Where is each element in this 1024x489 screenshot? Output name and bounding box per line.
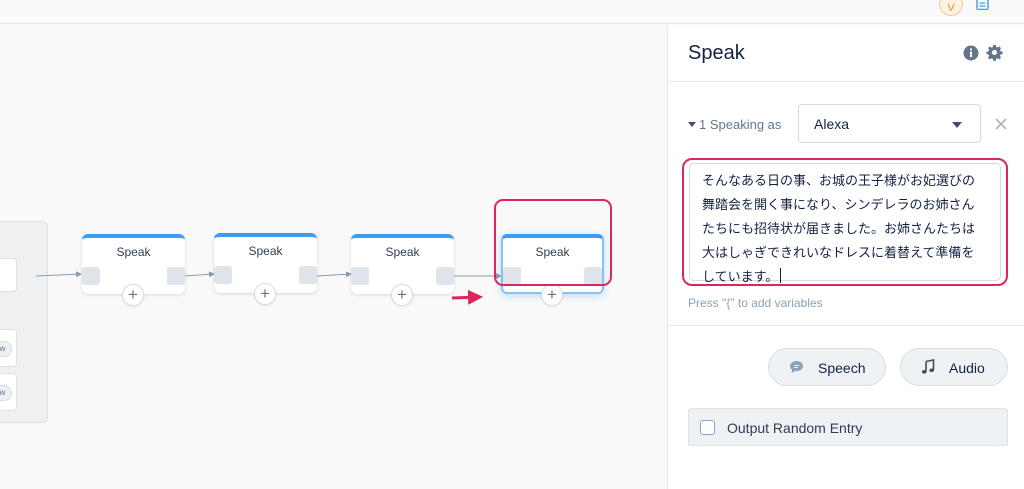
audio-button-label: Audio xyxy=(949,360,985,376)
add-step-button[interactable]: + xyxy=(541,284,563,306)
user-avatar[interactable]: V xyxy=(939,0,963,16)
text-cursor xyxy=(780,268,782,283)
random-entry-checkbox[interactable] xyxy=(700,420,715,435)
variables-hint: Press "{" to add variables xyxy=(688,296,823,310)
speaking-as-label: 1 Speaking as xyxy=(699,117,782,132)
connection-line xyxy=(35,271,82,278)
add-audio-button[interactable]: Audio xyxy=(900,348,1008,386)
output-port[interactable] xyxy=(167,267,185,285)
output-random-entry-option[interactable]: Output Random Entry xyxy=(688,408,1008,446)
info-icon[interactable] xyxy=(963,45,979,61)
selection-highlight xyxy=(494,199,612,286)
random-entry-label: Output Random Entry xyxy=(727,420,863,436)
input-port[interactable] xyxy=(82,267,100,285)
flow-canvas[interactable]: Flow Flow Speak + Speak + Speak xyxy=(0,25,667,489)
output-port[interactable] xyxy=(299,266,317,284)
add-speech-button[interactable]: Speech xyxy=(768,348,886,386)
block-title: Speak xyxy=(385,245,420,259)
connection-line xyxy=(183,271,215,278)
block-title: Speak xyxy=(116,245,151,259)
panel-title: Speak xyxy=(688,42,745,64)
speech-textarea[interactable]: そんなある日の事、お城の王子様がお妃選びの 舞踏会を開く事になり、シンデレラのお… xyxy=(689,163,1001,284)
caret-down-icon xyxy=(688,122,696,127)
speak-block[interactable]: Speak + xyxy=(351,234,454,306)
add-step-button[interactable]: + xyxy=(391,284,413,306)
chevron-down-icon xyxy=(952,122,962,128)
voice-select[interactable]: Alexa xyxy=(798,104,981,143)
speech-text-line: しています。 xyxy=(702,269,779,284)
connection-line xyxy=(315,271,352,278)
speech-text-line: たちにも招待状が届きました。お姉さんたちは xyxy=(702,221,976,236)
gear-icon[interactable] xyxy=(986,44,1003,61)
speak-block[interactable]: Speak + xyxy=(214,233,317,305)
speech-bubble-icon xyxy=(790,361,803,373)
block-title: Speak xyxy=(248,244,283,258)
speech-text-line: 大はしゃぎできれいなドレスに着替えて準備を xyxy=(702,245,975,260)
speak-block[interactable]: Speak + xyxy=(82,234,185,306)
music-note-icon xyxy=(921,359,935,374)
document-icon[interactable] xyxy=(976,0,989,10)
speech-text-line: そんなある日の事、お城の王子様がお妃選びの xyxy=(702,173,976,188)
voice-select-value: Alexa xyxy=(814,116,850,132)
output-port[interactable] xyxy=(436,267,454,285)
editor-panel: Speak 1 Speaking as Alexa そんなある日の事、お城の王子… xyxy=(667,25,1024,489)
add-step-button[interactable]: + xyxy=(254,283,276,305)
speaking-as-toggle[interactable]: 1 Speaking as xyxy=(688,117,781,132)
close-icon[interactable] xyxy=(994,117,1008,131)
input-port[interactable] xyxy=(351,267,369,285)
divider xyxy=(668,325,1024,326)
input-port[interactable] xyxy=(214,266,232,284)
add-step-button[interactable]: + xyxy=(122,284,144,306)
speech-text-highlight: そんなある日の事、お城の王子様がお妃選びの 舞踏会を開く事になり、シンデレラのお… xyxy=(682,158,1008,286)
speech-text-line: 舞踏会を開く事になり、シンデレラのお姉さん xyxy=(702,197,975,212)
speech-button-label: Speech xyxy=(818,360,866,376)
annotation-arrow xyxy=(451,289,483,305)
top-bar: V xyxy=(0,0,1024,24)
panel-header: Speak xyxy=(668,25,1024,82)
